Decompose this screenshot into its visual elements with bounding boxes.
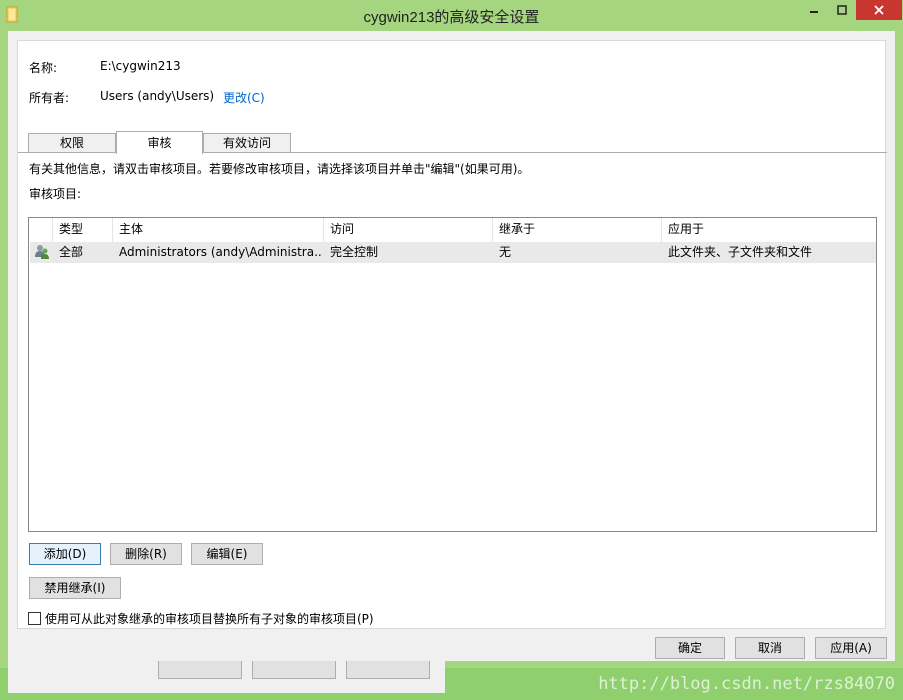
cancel-button[interactable]: 取消 [735, 637, 805, 659]
content-panel: 名称: E:\cygwin213 所有者: Users (andy\Users)… [17, 40, 887, 629]
change-owner-link[interactable]: 更改(C) [223, 89, 265, 106]
header-icon-column [29, 218, 53, 242]
header-principal[interactable]: 主体 [113, 218, 324, 242]
audit-entries-label: 审核项目: [29, 187, 82, 201]
name-label: 名称: [29, 61, 58, 75]
window-title: cygwin213的高级安全设置 [363, 9, 540, 26]
tab-effective-access[interactable]: 有效访问 [203, 133, 291, 153]
apply-button[interactable]: 应用(A) [815, 637, 887, 659]
title-bar[interactable]: cygwin213的高级安全设置 [0, 0, 903, 30]
dialog-client: 名称: E:\cygwin213 所有者: Users (andy\Users)… [8, 31, 895, 661]
header-access[interactable]: 访问 [324, 218, 493, 242]
ok-button[interactable]: 确定 [655, 637, 725, 659]
cell-access: 完全控制 [330, 245, 379, 259]
hint-text: 有关其他信息，请双击审核项目。若要修改审核项目，请选择该项目并单击"编辑"(如果… [29, 162, 530, 176]
background-button [252, 661, 336, 679]
list-header: 类型 主体 访问 继承于 应用于 [29, 218, 876, 242]
maximize-icon [837, 5, 847, 15]
owner-value: Users (andy\Users) [100, 89, 215, 103]
users-icon [35, 245, 49, 259]
background-button [158, 661, 242, 679]
header-inherited-from[interactable]: 继承于 [493, 218, 662, 242]
tab-permissions[interactable]: 权限 [28, 133, 116, 153]
replace-child-entries-checkbox[interactable] [28, 612, 41, 625]
cell-applies-to: 此文件夹、子文件夹和文件 [668, 245, 813, 259]
owner-label: 所有者: [29, 91, 70, 105]
close-icon [874, 5, 884, 15]
name-value: E:\cygwin213 [100, 59, 181, 73]
table-row[interactable]: 全部 Administrators (andy\Administra... 完全… [30, 242, 876, 263]
remove-button[interactable]: 删除(R) [110, 543, 182, 565]
background-window-edge [8, 661, 445, 693]
replace-child-entries-label: 使用可从此对象继承的审核项目替换所有子对象的审核项目(P) [45, 612, 374, 626]
audit-entries-list[interactable]: 类型 主体 访问 继承于 应用于 全部 Administrators (andy… [28, 217, 877, 532]
close-button[interactable] [856, 0, 902, 20]
minimize-button[interactable] [800, 0, 828, 20]
background-button [346, 661, 430, 679]
watermark-text: http://blog.csdn.net/rzs84070 [598, 674, 895, 694]
header-applies-to[interactable]: 应用于 [662, 218, 876, 242]
cell-type: 全部 [59, 245, 84, 259]
dialog-window: cygwin213的高级安全设置 名称: E:\cygwin213 所有者: U… [0, 0, 903, 668]
header-type[interactable]: 类型 [53, 218, 113, 242]
maximize-button[interactable] [828, 0, 856, 20]
minimize-icon [810, 11, 818, 13]
tab-auditing[interactable]: 审核 [116, 131, 203, 154]
disable-inheritance-button[interactable]: 禁用继承(I) [29, 577, 121, 599]
cell-inherited-from: 无 [499, 245, 512, 259]
add-button[interactable]: 添加(D) [29, 543, 101, 565]
cell-principal: Administrators (andy\Administra... [119, 245, 321, 259]
edit-button[interactable]: 编辑(E) [191, 543, 263, 565]
